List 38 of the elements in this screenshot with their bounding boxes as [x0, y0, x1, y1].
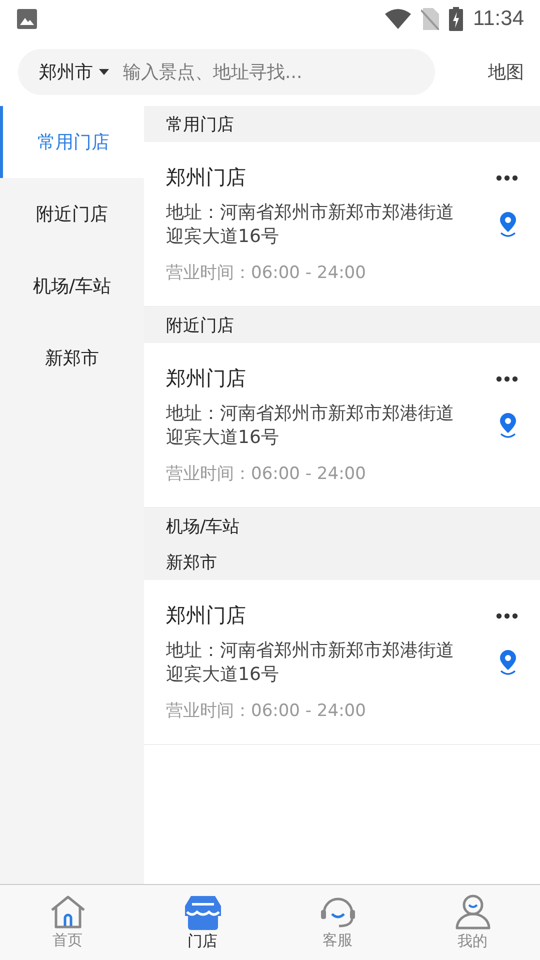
- store-icon: [184, 894, 220, 930]
- location-pin-icon[interactable]: [498, 212, 518, 238]
- section-header: 附近门店: [144, 307, 540, 343]
- no-sim-icon: [421, 8, 439, 30]
- battery-icon: [449, 7, 463, 31]
- map-link[interactable]: 地图: [488, 60, 524, 84]
- city-selector[interactable]: 郑州市: [39, 60, 93, 84]
- wifi-icon: [385, 9, 411, 29]
- store-hours: 营业时间：06:00 - 24:00: [166, 700, 367, 722]
- more-icon[interactable]: [496, 174, 518, 180]
- caret-icon: [99, 69, 109, 75]
- section-header: 新郑市: [144, 544, 540, 580]
- store-address: 地址：河南省郑州市新郑市郑港街道迎宾大道16号: [166, 402, 455, 450]
- store-name: 郑州门店: [166, 164, 246, 191]
- house-icon: [50, 895, 86, 929]
- image-icon: [17, 9, 37, 29]
- sidebar-item[interactable]: 新郑市: [0, 322, 144, 394]
- store-card[interactable]: 郑州门店 地址：河南省郑州市新郑市郑港街道迎宾大道16号 营业时间：06:00 - 24:00: [144, 580, 540, 745]
- store-hours: 营业时间：06:00 - 24:00: [166, 262, 367, 284]
- sidebar-item[interactable]: 附近门店: [0, 178, 144, 250]
- more-icon[interactable]: [496, 612, 518, 618]
- sidebar-item[interactable]: 常用门店: [0, 106, 144, 178]
- location-pin-icon[interactable]: [498, 650, 518, 676]
- store-address: 地址：河南省郑州市新郑市郑港街道迎宾大道16号: [166, 639, 455, 687]
- sidebar-item[interactable]: 机场/车站: [0, 250, 144, 322]
- store-name: 郑州门店: [166, 365, 246, 392]
- section-header: 常用门店: [144, 106, 540, 142]
- more-icon[interactable]: [496, 376, 518, 382]
- person-icon: [454, 894, 490, 930]
- store-hours: 营业时间：06:00 - 24:00: [166, 463, 367, 485]
- search-field[interactable]: 郑州市 输入景点、地址寻找...: [18, 49, 435, 95]
- location-pin-icon[interactable]: [498, 413, 518, 439]
- store-name: 郑州门店: [166, 602, 246, 629]
- section-header: 机场/车站: [144, 508, 540, 544]
- tab-bar-item[interactable]: 门店: [135, 885, 270, 960]
- status-time: 11:34: [473, 7, 524, 31]
- headset-icon: [318, 895, 356, 929]
- store-address: 地址：河南省郑州市新郑市郑港街道迎宾大道16号: [166, 201, 455, 249]
